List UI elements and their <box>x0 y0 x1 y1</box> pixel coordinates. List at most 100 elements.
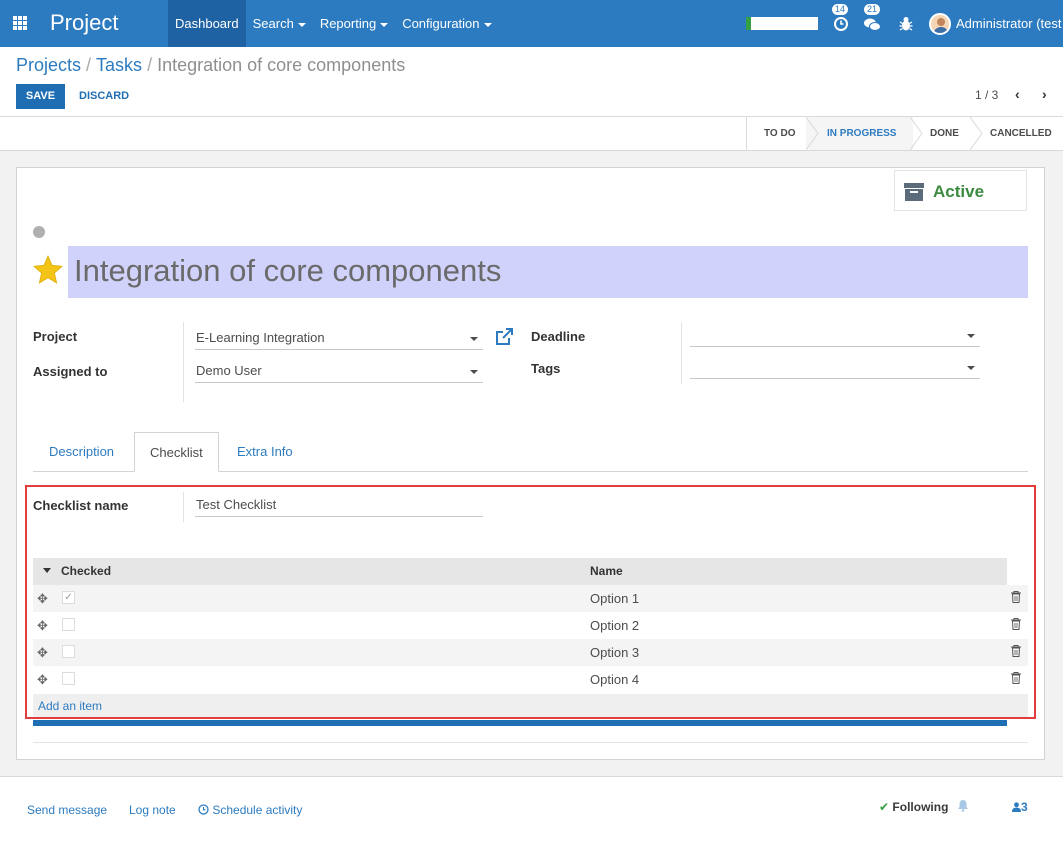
bell-icon[interactable] <box>957 799 969 812</box>
row-name: Option 1 <box>590 591 640 606</box>
add-item-row: Add an item <box>33 694 1028 717</box>
top-navbar: Project Dashboard Search Reporting Confi… <box>0 0 1063 47</box>
table-row[interactable]: ✥ Option 2 <box>33 612 1028 639</box>
clock-icon[interactable] <box>834 17 848 31</box>
menu-dashboard[interactable]: Dashboard <box>168 0 246 47</box>
schedule-activity-button[interactable]: Schedule activity <box>198 803 302 817</box>
clock-icon <box>198 804 209 815</box>
project-field[interactable]: E-Learning Integration <box>195 327 483 350</box>
row-name: Option 3 <box>590 645 640 660</box>
stage-arrow-icon <box>806 117 819 150</box>
stage-cancelled[interactable]: CANCELLED <box>973 117 1063 150</box>
caret-down-icon <box>380 22 389 27</box>
stage-in-progress[interactable]: IN PROGRESS <box>809 117 913 150</box>
user-menu[interactable]: Administrator (test <box>956 16 1061 31</box>
archive-icon <box>904 183 924 201</box>
checked-checkbox[interactable] <box>62 645 75 658</box>
dropdown-arrow-icon <box>470 370 478 374</box>
field-separator <box>183 322 184 402</box>
menu-reporting[interactable]: Reporting <box>313 0 395 47</box>
sort-caret-icon <box>43 568 51 573</box>
tab-checklist[interactable]: Checklist <box>134 432 219 472</box>
statusbar: TO DO IN PROGRESS DONE CANCELLED <box>0 116 1063 151</box>
dropdown-arrow-icon <box>967 334 975 338</box>
checked-checkbox[interactable] <box>62 672 75 685</box>
activity-count-badge: 14 <box>832 4 849 15</box>
menu-configuration[interactable]: Configuration <box>395 0 498 47</box>
loading-progress-bar <box>746 17 818 30</box>
assigned-to-field[interactable]: Demo User <box>195 360 483 383</box>
breadcrumb: Projects / Tasks / Integration of core compo… <box>16 55 405 76</box>
trash-icon[interactable] <box>1011 591 1021 603</box>
column-name[interactable]: Name <box>590 564 623 578</box>
drag-handle-icon[interactable]: ✥ <box>37 645 48 661</box>
field-separator <box>183 492 184 522</box>
pager-next-button[interactable]: › <box>1042 86 1047 102</box>
tags-field[interactable] <box>690 356 980 379</box>
checked-checkbox[interactable] <box>62 618 75 631</box>
task-title-input[interactable]: Integration of core components <box>68 246 1028 298</box>
drag-handle-icon[interactable]: ✥ <box>37 618 48 634</box>
pager-value[interactable]: 1 / 3 <box>975 88 998 102</box>
chat-icon[interactable] <box>864 18 881 32</box>
breadcrumb-current: Integration of core components <box>157 55 406 75</box>
drag-handle-icon[interactable]: ✥ <box>37 672 48 688</box>
caret-down-icon <box>483 22 492 27</box>
stage-arrow-icon <box>910 117 923 150</box>
save-button[interactable]: SAVE <box>16 84 65 109</box>
trash-icon[interactable] <box>1011 618 1021 630</box>
caret-down-icon <box>297 22 306 27</box>
checked-checkbox[interactable]: ✓ <box>62 591 75 604</box>
user-icon <box>1012 802 1021 812</box>
stage-todo[interactable]: TO DO <box>747 117 809 150</box>
checklist-name-label: Checklist name <box>33 498 129 513</box>
checklist-table-header: Checked Name <box>33 558 1007 585</box>
apps-menu-icon[interactable] <box>13 16 27 30</box>
add-item-link[interactable]: Add an item <box>38 699 102 713</box>
bug-icon[interactable] <box>899 16 913 32</box>
tab-description[interactable]: Description <box>33 432 130 472</box>
active-toggle-button[interactable]: Active <box>894 170 1027 211</box>
deadline-label: Deadline <box>531 329 586 344</box>
send-message-button[interactable]: Send message <box>27 803 107 817</box>
menu-search[interactable]: Search <box>246 0 313 47</box>
tags-label: Tags <box>531 361 561 376</box>
column-checked[interactable]: Checked <box>61 564 111 578</box>
app-name: Project <box>50 10 119 35</box>
table-row[interactable]: ✥ ✓ Option 1 <box>33 585 1028 612</box>
tab-extra-info[interactable]: Extra Info <box>221 432 309 472</box>
stage-pipeline: TO DO IN PROGRESS DONE CANCELLED <box>746 117 1063 150</box>
project-label: Project <box>33 329 78 344</box>
field-separator <box>681 322 682 384</box>
active-label: Active <box>933 182 985 201</box>
stage-arrow-icon <box>970 117 983 150</box>
breadcrumb-tasks[interactable]: Tasks <box>96 55 142 75</box>
drag-handle-icon[interactable]: ✥ <box>37 591 48 607</box>
chatter-divider <box>0 776 1063 777</box>
main-menu: Dashboard Search Reporting Configuration <box>168 0 499 47</box>
row-name: Option 4 <box>590 672 640 687</box>
dropdown-arrow-icon <box>470 337 478 341</box>
kanban-state-icon[interactable] <box>33 226 45 238</box>
list-footer-bar <box>33 720 1007 726</box>
external-link-icon[interactable] <box>494 327 514 347</box>
pager-previous-button[interactable]: ‹ <box>1015 86 1020 102</box>
message-count-badge: 21 <box>864 4 881 15</box>
discard-button[interactable]: DISCARD <box>79 84 129 109</box>
log-note-button[interactable]: Log note <box>129 803 176 817</box>
trash-icon[interactable] <box>1011 672 1021 684</box>
table-row[interactable]: ✥ Option 4 <box>33 666 1028 693</box>
followers-button[interactable]: 3 <box>1012 800 1028 814</box>
deadline-field[interactable] <box>690 324 980 347</box>
table-row[interactable]: ✥ Option 3 <box>33 639 1028 666</box>
sheet-divider <box>33 742 1028 743</box>
user-avatar[interactable] <box>929 13 951 35</box>
priority-star-icon[interactable] <box>32 254 64 286</box>
following-button[interactable]: ✔ Following <box>879 800 948 814</box>
trash-icon[interactable] <box>1011 645 1021 657</box>
checklist-name-field[interactable]: Test Checklist <box>195 494 483 517</box>
task-title: Integration of core components <box>74 253 502 288</box>
breadcrumb-projects[interactable]: Projects <box>16 55 81 75</box>
row-name: Option 2 <box>590 618 640 633</box>
dropdown-arrow-icon <box>967 366 975 370</box>
